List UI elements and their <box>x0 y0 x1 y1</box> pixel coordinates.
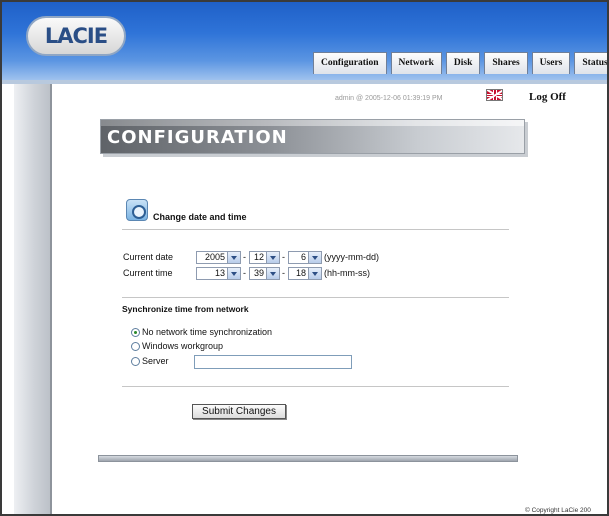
day-value: 6 <box>300 252 306 262</box>
current-date-label: Current date <box>123 252 174 262</box>
uk-flag-icon[interactable] <box>486 89 503 101</box>
current-time-label: Current time <box>123 268 173 278</box>
year-select[interactable]: 2005 <box>196 251 241 264</box>
server-input[interactable] <box>194 355 352 369</box>
sync-section-title: Synchronize time from network <box>122 304 249 314</box>
nav-tabs: Configuration Network Disk Shares Users … <box>313 52 607 74</box>
chevron-down-icon <box>227 252 240 263</box>
date-separator: - <box>243 252 246 262</box>
logoff-link[interactable]: Log Off <box>529 91 566 103</box>
tab-network[interactable]: Network <box>390 52 442 74</box>
left-sidebar <box>14 84 50 514</box>
logo-text: LACIE <box>44 24 108 48</box>
page-title-banner: CONFIGURATION <box>100 119 525 154</box>
copyright-text: © Copyright LaCie 200 <box>525 507 591 514</box>
hour-select[interactable]: 13 <box>196 267 241 280</box>
session-status: admin @ 2005-12-06 01:39:19 PM <box>335 95 443 102</box>
browser-page: LACIE Configuration Network Disk Shares … <box>0 0 609 516</box>
minute-select[interactable]: 39 <box>249 267 280 280</box>
divider <box>122 229 509 230</box>
time-format-hint: (hh-mm-ss) <box>324 268 370 278</box>
clock-icon <box>126 199 148 221</box>
header-divider <box>2 80 607 84</box>
radio-no-sync[interactable] <box>131 328 140 337</box>
hour-value: 13 <box>214 268 225 278</box>
radio-windows-workgroup[interactable] <box>131 342 140 351</box>
tab-shares[interactable]: Shares <box>484 52 528 74</box>
divider <box>122 386 509 387</box>
chevron-down-icon <box>266 268 279 279</box>
date-format-hint: (yyyy-mm-dd) <box>324 252 379 262</box>
tab-disk[interactable]: Disk <box>445 52 481 74</box>
radio-windows-workgroup-label[interactable]: Windows workgroup <box>142 341 223 351</box>
date-separator: - <box>282 252 285 262</box>
radio-server-label[interactable]: Server <box>142 356 169 366</box>
divider <box>122 297 509 298</box>
month-value: 12 <box>253 252 264 262</box>
tab-configuration[interactable]: Configuration <box>313 52 387 74</box>
chevron-down-icon <box>308 268 321 279</box>
section-title-datetime: Change date and time <box>153 212 247 222</box>
second-select[interactable]: 18 <box>288 267 322 280</box>
lacie-logo: LACIE <box>26 16 126 56</box>
time-separator: - <box>282 268 285 278</box>
month-select[interactable]: 12 <box>249 251 280 264</box>
tab-status[interactable]: Status <box>574 52 607 74</box>
bottom-bar <box>98 455 518 462</box>
radio-server[interactable] <box>131 357 140 366</box>
minute-value: 39 <box>253 268 264 278</box>
day-select[interactable]: 6 <box>288 251 322 264</box>
sidebar-divider <box>50 84 52 514</box>
radio-no-sync-label[interactable]: No network time synchronization <box>142 327 272 337</box>
tab-users[interactable]: Users <box>531 52 571 74</box>
chevron-down-icon <box>266 252 279 263</box>
page-title: CONFIGURATION <box>107 127 288 148</box>
second-value: 18 <box>295 268 306 278</box>
submit-changes-button[interactable]: Submit Changes <box>192 404 286 419</box>
banner-shine <box>101 120 524 126</box>
chevron-down-icon <box>308 252 321 263</box>
year-value: 2005 <box>204 252 225 262</box>
time-separator: - <box>243 268 246 278</box>
chevron-down-icon <box>227 268 240 279</box>
